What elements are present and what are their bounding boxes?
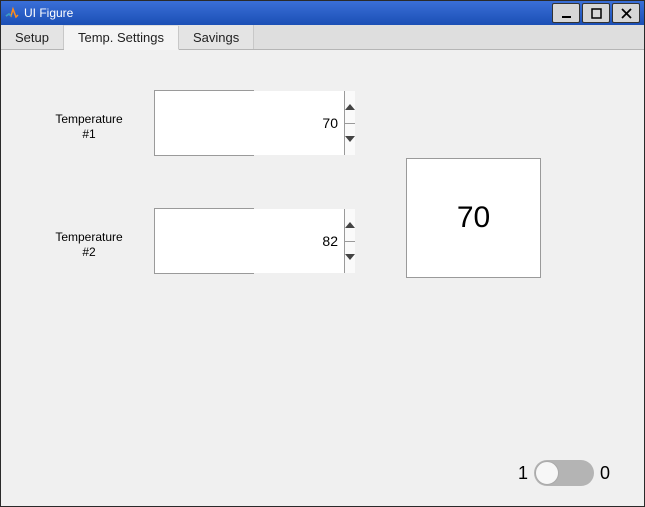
label-line: #2 bbox=[82, 245, 95, 259]
switch-knob bbox=[535, 461, 559, 485]
titlebar: UI Figure bbox=[1, 1, 644, 25]
tab-label: Temp. Settings bbox=[78, 30, 164, 45]
temperature2-label: Temperature #2 bbox=[49, 230, 129, 260]
window-controls bbox=[552, 1, 644, 25]
tab-label: Savings bbox=[193, 30, 239, 45]
temperature-display: 70 bbox=[406, 158, 541, 278]
switch-label-left: 1 bbox=[518, 463, 528, 484]
spinner-up-button[interactable] bbox=[345, 209, 355, 242]
label-line: Temperature bbox=[55, 112, 122, 126]
window-title: UI Figure bbox=[24, 6, 73, 20]
maximize-button[interactable] bbox=[582, 3, 610, 23]
spinner-up-button[interactable] bbox=[345, 91, 355, 124]
minimize-button[interactable] bbox=[552, 3, 580, 23]
tab-strip: Setup Temp. Settings Savings bbox=[1, 25, 644, 50]
tab-setup[interactable]: Setup bbox=[1, 25, 64, 49]
switch-label-right: 0 bbox=[600, 463, 610, 484]
display-value: 70 bbox=[457, 201, 490, 235]
label-line: Temperature bbox=[55, 230, 122, 244]
temperature1-spinner bbox=[154, 90, 254, 156]
tab-temp-settings[interactable]: Temp. Settings bbox=[64, 26, 179, 50]
temperature1-input[interactable] bbox=[155, 91, 344, 155]
label-line: #1 bbox=[82, 127, 95, 141]
client-area: Temperature #1 Temperature #2 bbox=[1, 50, 644, 506]
spinner-buttons bbox=[344, 91, 355, 155]
tab-savings[interactable]: Savings bbox=[179, 25, 254, 49]
spinner-buttons bbox=[344, 209, 355, 273]
spinner-down-button[interactable] bbox=[345, 242, 355, 274]
matlab-icon bbox=[5, 6, 19, 20]
switch-group: 1 0 bbox=[518, 460, 610, 486]
window-frame: UI Figure Setup Temp. Settings Savings bbox=[0, 0, 645, 507]
close-button[interactable] bbox=[612, 3, 640, 23]
titlebar-left: UI Figure bbox=[5, 6, 73, 20]
temperature2-spinner bbox=[154, 208, 254, 274]
toggle-switch[interactable] bbox=[534, 460, 594, 486]
spinner-down-button[interactable] bbox=[345, 124, 355, 156]
tab-label: Setup bbox=[15, 30, 49, 45]
temperature1-label: Temperature #1 bbox=[49, 112, 129, 142]
temperature2-input[interactable] bbox=[155, 209, 344, 273]
